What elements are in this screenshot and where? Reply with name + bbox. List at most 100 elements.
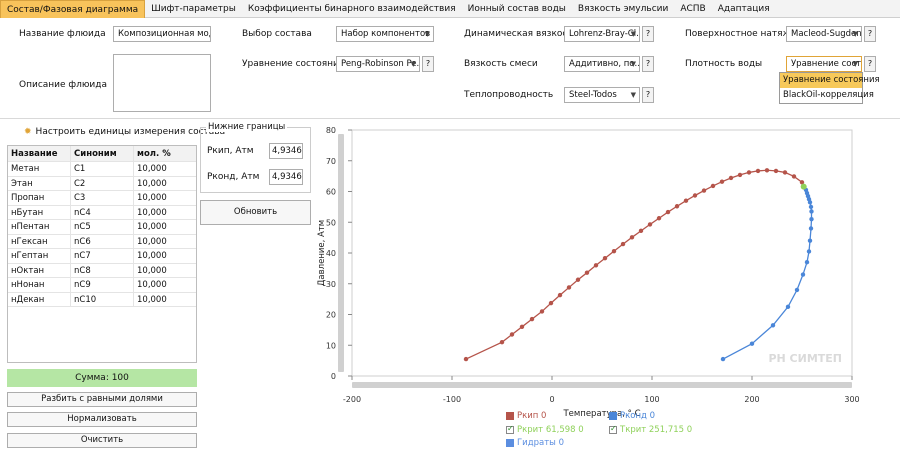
table-row[interactable]: нБутан nC4 10,000 xyxy=(8,205,196,220)
tab-bar: Состав/Фазовая диаграмма Шифт-параметры … xyxy=(0,0,900,18)
dew-point xyxy=(749,341,755,346)
units-settings-link[interactable]: ✹ Настроить единицы измерения состава xyxy=(24,127,225,137)
fluid-description-input[interactable] xyxy=(113,54,211,112)
cell-mol[interactable]: 10,000 xyxy=(134,293,196,307)
mix-viscosity-select[interactable]: Аддитивно, по... ▼ xyxy=(564,56,640,72)
bubble-point xyxy=(519,324,525,329)
fluid-name-input[interactable]: Композиционная модель xyxy=(113,26,211,42)
dyn-viscosity-help-button[interactable]: ? xyxy=(642,26,654,42)
table-row[interactable]: Этан C2 10,000 xyxy=(8,176,196,191)
tab-shift[interactable]: Шифт-параметры xyxy=(145,0,242,18)
chevron-down-icon: ▼ xyxy=(424,30,430,38)
dew-point xyxy=(720,356,726,362)
dew-point xyxy=(794,287,800,293)
update-button[interactable]: Обновить xyxy=(200,200,311,225)
bubble-point xyxy=(539,309,545,314)
horizontal-scrollbar[interactable] xyxy=(352,382,852,388)
tab-composition[interactable]: Состав/Фазовая диаграмма xyxy=(0,0,146,18)
legend-pkip[interactable]: Ркип 0 xyxy=(506,411,546,421)
legend-value: 0 xyxy=(649,411,656,421)
bubble-point xyxy=(509,332,515,337)
cell-synonym: C2 xyxy=(71,176,134,190)
composition-table: Название Синоним мол. % Метан C1 10,000 Эт… xyxy=(7,145,197,363)
sum-indicator: Сумма: 100 xyxy=(7,369,197,387)
cell-mol[interactable]: 10,000 xyxy=(134,235,196,249)
legend-tkrit[interactable]: Ткрит 251,715 0 xyxy=(609,424,693,435)
cell-mol[interactable]: 10,000 xyxy=(134,220,196,234)
lower-bounds-title: Нижние границы xyxy=(206,122,288,132)
bubble-point xyxy=(647,222,653,227)
dew-point xyxy=(806,249,812,254)
table-row[interactable]: нДекан nC10 10,000 xyxy=(8,292,196,307)
thermal-select[interactable]: Steel-Todos ▼ xyxy=(564,87,640,103)
tab-ions[interactable]: Ионный состав воды xyxy=(462,0,572,18)
dew-point xyxy=(808,204,814,210)
bubble-point xyxy=(674,204,680,209)
legend-swatch xyxy=(506,439,514,447)
composition-select[interactable]: Набор компонентов 1 ▼ xyxy=(336,26,434,42)
thermal-help-button[interactable]: ? xyxy=(642,87,654,103)
table-header: Название Синоним мол. % xyxy=(8,146,196,162)
column-header-synonym[interactable]: Синоним xyxy=(71,146,134,161)
cell-mol[interactable]: 10,000 xyxy=(134,264,196,278)
dropdown-option-blackoil[interactable]: BlackOil-корреляция xyxy=(780,88,874,103)
pkip-input[interactable]: 4,9346 xyxy=(269,143,303,159)
mix-viscosity-help-button[interactable]: ? xyxy=(642,56,654,72)
bubble-point xyxy=(499,339,505,345)
legend-hydrates[interactable]: Гидраты 0 xyxy=(506,438,564,448)
y-tick-label: 20 xyxy=(326,311,336,320)
x-tick-label: 100 xyxy=(644,395,659,404)
surface-tension-help-button[interactable]: ? xyxy=(864,26,876,42)
checkbox-icon[interactable] xyxy=(506,424,514,434)
dew-point xyxy=(804,260,810,265)
plot-area xyxy=(351,129,853,377)
legend-value: 0 xyxy=(578,425,584,435)
dropdown-option-eos[interactable]: Уравнение состояния xyxy=(780,73,880,88)
column-header-name[interactable]: Название xyxy=(8,146,71,161)
cell-name: Метан xyxy=(8,162,71,176)
cell-mol[interactable]: 10,000 xyxy=(134,162,196,176)
table-row[interactable]: нОктан nC8 10,000 xyxy=(8,263,196,278)
y-tick-label: 30 xyxy=(326,280,336,289)
legend-pkond[interactable]: Рконд 0 xyxy=(609,411,655,421)
column-header-mol[interactable]: мол. % xyxy=(134,146,196,161)
tab-emulsion[interactable]: Вязкость эмульсии xyxy=(572,0,674,18)
clear-button[interactable]: Очистить xyxy=(7,433,197,448)
cell-mol[interactable]: 10,000 xyxy=(134,177,196,191)
tab-aspv[interactable]: АСПВ xyxy=(674,0,711,18)
tab-adaptation[interactable]: Адаптация xyxy=(712,0,776,18)
vertical-scrollbar[interactable] xyxy=(338,134,344,372)
legend-pkrit[interactable]: Ркрит 61,598 0 xyxy=(506,424,584,435)
legend-value: 0 xyxy=(558,438,564,448)
eos-select[interactable]: Peng-Robinson Pe... ▼ xyxy=(336,56,420,72)
table-row[interactable]: Метан C1 10,000 xyxy=(8,162,196,177)
table-row[interactable]: нГептан nC7 10,000 xyxy=(8,249,196,264)
cell-name: нОктан xyxy=(8,263,71,277)
table-row[interactable]: нГексан nC6 10,000 xyxy=(8,234,196,249)
bubble-point xyxy=(575,277,581,282)
cell-synonym: nC4 xyxy=(71,205,134,219)
eos-help-button[interactable]: ? xyxy=(422,56,434,72)
critical-point xyxy=(800,183,807,190)
legend-label: Ткрит 251,715 xyxy=(620,425,685,435)
checkbox-icon[interactable] xyxy=(609,424,617,434)
y-tick-label: 80 xyxy=(326,126,336,135)
cell-synonym: nC5 xyxy=(71,220,134,234)
water-density-help-button[interactable]: ? xyxy=(864,56,876,72)
cell-mol[interactable]: 10,000 xyxy=(134,249,196,263)
tab-binary[interactable]: Коэффициенты бинарного взаимодействия xyxy=(242,0,462,18)
normalize-button[interactable]: Нормализовать xyxy=(7,412,197,427)
cell-mol[interactable]: 10,000 xyxy=(134,191,196,205)
cell-mol[interactable]: 10,000 xyxy=(134,278,196,292)
table-row[interactable]: нНонан nC9 10,000 xyxy=(8,278,196,293)
cell-mol[interactable]: 10,000 xyxy=(134,206,196,220)
dyn-viscosity-select[interactable]: Lohrenz-Bray-Cl... ▼ xyxy=(564,26,640,42)
surface-tension-select[interactable]: Macleod-Sugden ▼ xyxy=(786,26,862,42)
pkond-input[interactable]: 4,9346 xyxy=(269,169,303,185)
bubble-point xyxy=(548,300,554,306)
table-row[interactable]: нПентан nC5 10,000 xyxy=(8,220,196,235)
table-row[interactable]: Пропан C3 10,000 xyxy=(8,191,196,206)
split-equal-button[interactable]: Разбить с равными долями xyxy=(7,392,197,407)
water-density-select[interactable]: Уравнение сост... ▼ xyxy=(786,56,862,72)
legend-value: 0 xyxy=(686,425,693,435)
